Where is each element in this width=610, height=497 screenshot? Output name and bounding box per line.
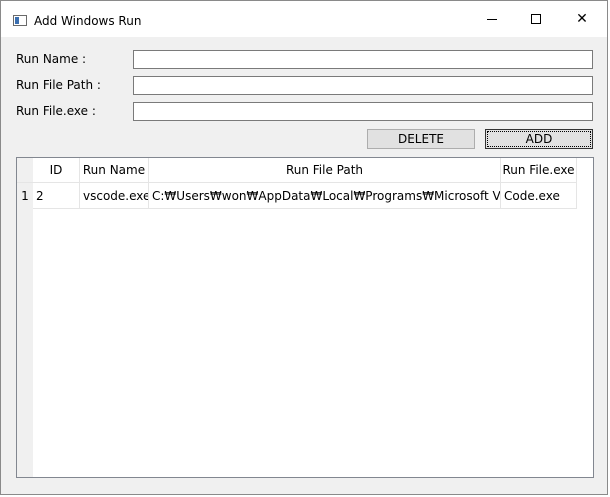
run-file-exe-label: Run File.exe : xyxy=(16,104,96,118)
run-table[interactable]: ID Run Name Run File Path Run File.exe 1… xyxy=(16,157,594,478)
maximize-icon xyxy=(531,14,541,24)
window-title: Add Windows Run xyxy=(34,14,142,28)
close-button[interactable]: ✕ xyxy=(559,1,605,37)
run-name-input[interactable] xyxy=(133,50,593,69)
column-header-run-name[interactable]: Run Name xyxy=(80,158,149,183)
cell-id[interactable]: 2 xyxy=(33,183,80,209)
run-name-label: Run Name : xyxy=(16,52,87,66)
run-file-path-label: Run File Path : xyxy=(16,78,101,92)
cell-run-file-exe[interactable]: Code.exe xyxy=(501,183,577,209)
column-header-run-file-exe[interactable]: Run File.exe xyxy=(501,158,577,183)
maximize-button[interactable] xyxy=(513,1,559,37)
run-file-path-input[interactable] xyxy=(133,76,593,95)
run-file-exe-input[interactable] xyxy=(133,102,593,121)
app-window-icon xyxy=(13,15,27,26)
add-button[interactable]: ADD xyxy=(485,129,593,149)
minimize-icon xyxy=(487,18,497,20)
column-header-id[interactable]: ID xyxy=(33,158,80,183)
add-windows-run-window: Add Windows Run ✕ Run Name : Run File Pa… xyxy=(0,0,608,495)
cell-run-name[interactable]: vscode.exe xyxy=(80,183,149,209)
close-icon: ✕ xyxy=(576,11,588,27)
delete-button[interactable]: DELETE xyxy=(367,129,475,149)
row-header[interactable]: 1 xyxy=(17,183,33,209)
cell-run-file-path[interactable]: C:₩Users₩won₩AppData₩Local₩Programs₩Micr… xyxy=(149,183,501,209)
table-corner[interactable] xyxy=(17,158,33,183)
title-bar[interactable]: Add Windows Run ✕ xyxy=(1,1,607,37)
minimize-button[interactable] xyxy=(469,1,515,37)
column-header-run-file-path[interactable]: Run File Path xyxy=(149,158,501,183)
